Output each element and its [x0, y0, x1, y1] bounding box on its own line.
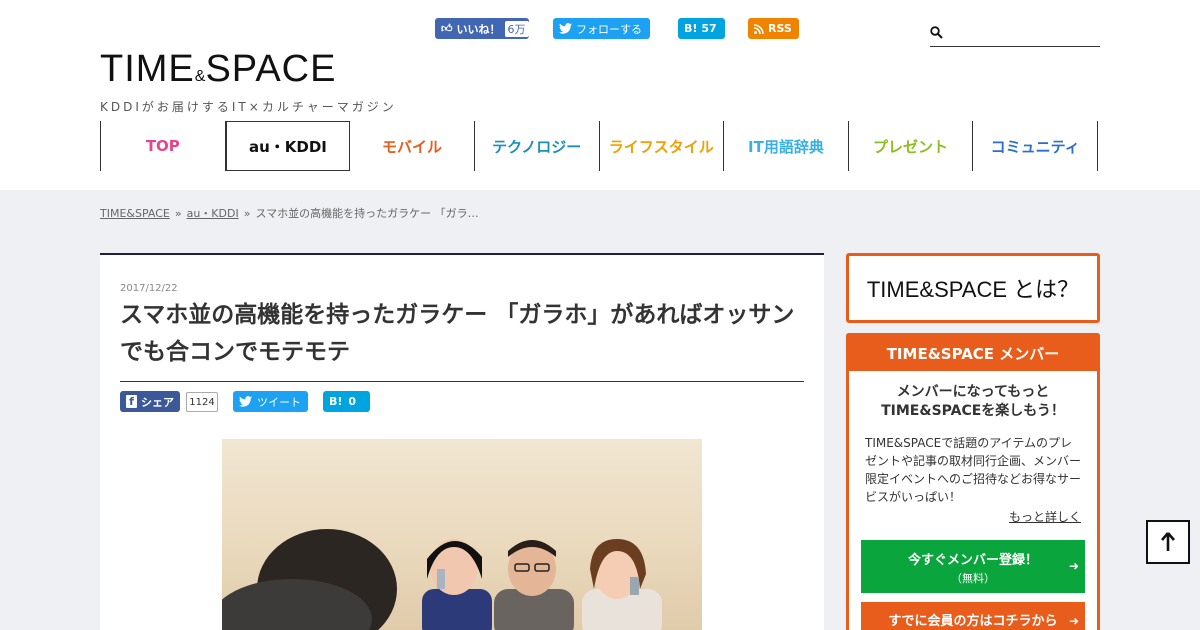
hatena-share-count: 0 — [348, 395, 357, 408]
hatena-count: 57 — [701, 22, 717, 35]
about-time-space-banner[interactable]: TIME&SPACE とは？ — [846, 253, 1100, 323]
nav-item-mobile[interactable]: モバイル — [350, 121, 475, 171]
facebook-share-count: 1124 — [186, 392, 218, 412]
logo-text-space: SPACE — [205, 48, 337, 90]
twitter-icon — [559, 23, 572, 34]
facebook-share-button[interactable]: f シェア — [120, 391, 180, 412]
nav-label: au・KDDI — [248, 137, 327, 156]
facebook-like-button[interactable]: 👍︎ いいね！ 6万 — [435, 18, 529, 39]
member-lead: メンバーになってもっと TIME&SPACEを楽しもう！ — [849, 383, 1097, 421]
member-more-link[interactable]: もっと詳しく — [849, 508, 1097, 525]
like-label: いいね！ — [456, 22, 501, 36]
member-box-header: TIME&SPACE メンバー — [849, 336, 1097, 371]
arrow-right-icon: ➜ — [1068, 614, 1079, 628]
search-icon[interactable] — [930, 25, 943, 39]
login-button[interactable]: すでに会員の方はコチラから ➜ — [861, 602, 1085, 630]
search-box — [930, 18, 1100, 47]
login-label: すでに会員の方はコチラから — [888, 614, 1058, 629]
logo-wordmark: TIME&SPACE — [100, 50, 400, 96]
rss-label: RSS — [768, 22, 792, 35]
hatena-share-button[interactable]: B! 0 — [323, 391, 370, 412]
like-count: 6万 — [504, 20, 529, 37]
hatena-icon: B! — [329, 395, 343, 408]
nav-item-top[interactable]: TOP — [101, 121, 226, 171]
article-date: 2017/12/22 — [120, 283, 178, 294]
logo-tagline: KDDIがお届けするIT×カルチャーマガジン — [100, 100, 397, 114]
nav-item-community[interactable]: コミュニティ — [973, 121, 1098, 171]
article-title: スマホ並の高機能を持ったガラケー 「ガラホ」があればオッサンでも合コンでモテモテ — [120, 297, 804, 382]
facebook-icon: f — [126, 395, 137, 408]
breadcrumb: TIME&SPACE » au・KDDI » スマホ並の高機能を持ったガラケー 「ガラ… — [100, 205, 479, 221]
logo-text-time: TIME — [100, 48, 195, 90]
article-hero-image — [222, 439, 702, 630]
nav-label: TOP — [145, 137, 180, 155]
site-logo[interactable]: TIME&SPACE KDDIがお届けするIT×カルチャーマガジン — [100, 50, 400, 115]
site-header: TIME&SPACE KDDIがお届けするIT×カルチャーマガジン 👍︎ いいね… — [0, 0, 1200, 190]
search-input[interactable] — [947, 24, 1087, 40]
hatena-bookmark-button[interactable]: B! 57 — [678, 18, 725, 39]
facebook-share-label: シェア — [141, 395, 174, 409]
photo-illustration — [222, 529, 662, 630]
tweet-label: ツイート — [257, 395, 301, 409]
tweet-button[interactable]: ツイート — [233, 391, 308, 412]
nav-label: プレゼント — [873, 137, 949, 156]
breadcrumb-separator: » — [174, 207, 182, 220]
twitter-icon — [239, 396, 252, 407]
breadcrumb-separator: » — [243, 207, 251, 220]
member-box: TIME&SPACE メンバー メンバーになってもっと TIME&SPACEを楽… — [846, 333, 1100, 630]
breadcrumb-category[interactable]: au・KDDI — [187, 207, 239, 220]
nav-label: IT用語辞典 — [748, 137, 824, 156]
member-description: TIME&SPACEで話題のアイテムのプレゼントや記事の取材同行企画、メンバー限… — [865, 436, 1082, 504]
rss-button[interactable]: RSS — [748, 18, 799, 39]
breadcrumb-current: スマホ並の高機能を持ったガラケー 「ガラ… — [255, 207, 479, 220]
arrow-right-icon: ➜ — [1068, 558, 1079, 573]
twitter-follow-button[interactable]: フォローする — [553, 18, 650, 39]
member-lead-line2: TIME&SPACEを楽しもう！ — [881, 403, 1065, 419]
nav-label: モバイル — [382, 137, 443, 156]
nav-item-au-kddi[interactable]: au・KDDI — [225, 121, 351, 171]
hatena-icon: B! — [684, 22, 698, 35]
nav-label: テクノロジー — [492, 137, 582, 156]
arrow-up-icon — [1161, 532, 1175, 551]
nav-label: コミュニティ — [990, 137, 1080, 156]
register-sublabel: （無料） — [951, 572, 995, 585]
rss-icon — [754, 23, 764, 34]
twitter-follow-label: フォローする — [576, 22, 642, 36]
main-nav: TOP au・KDDI モバイル テクノロジー ライフスタイル IT用語辞典 プ… — [100, 121, 1098, 171]
breadcrumb-home[interactable]: TIME&SPACE — [100, 207, 170, 220]
nav-item-lifestyle[interactable]: ライフスタイル — [600, 121, 725, 171]
logo-text-amp: & — [194, 68, 206, 85]
nav-label: ライフスタイル — [608, 137, 714, 156]
register-label: 今すぐメンバー登録！ — [907, 553, 1038, 568]
register-button[interactable]: 今すぐメンバー登録！ （無料） ➜ — [861, 540, 1085, 593]
article: 2017/12/22 スマホ並の高機能を持ったガラケー 「ガラホ」があればオッサ… — [100, 253, 824, 630]
scroll-to-top-button[interactable] — [1146, 520, 1190, 564]
thumbs-up-icon: 👍︎ — [441, 22, 453, 35]
nav-item-technology[interactable]: テクノロジー — [475, 121, 600, 171]
nav-item-present[interactable]: プレゼント — [849, 121, 974, 171]
member-lead-line1: メンバーになってもっと — [896, 384, 1050, 400]
about-title: TIME&SPACE とは？ — [866, 277, 1080, 302]
nav-item-it-dictionary[interactable]: IT用語辞典 — [724, 121, 849, 171]
